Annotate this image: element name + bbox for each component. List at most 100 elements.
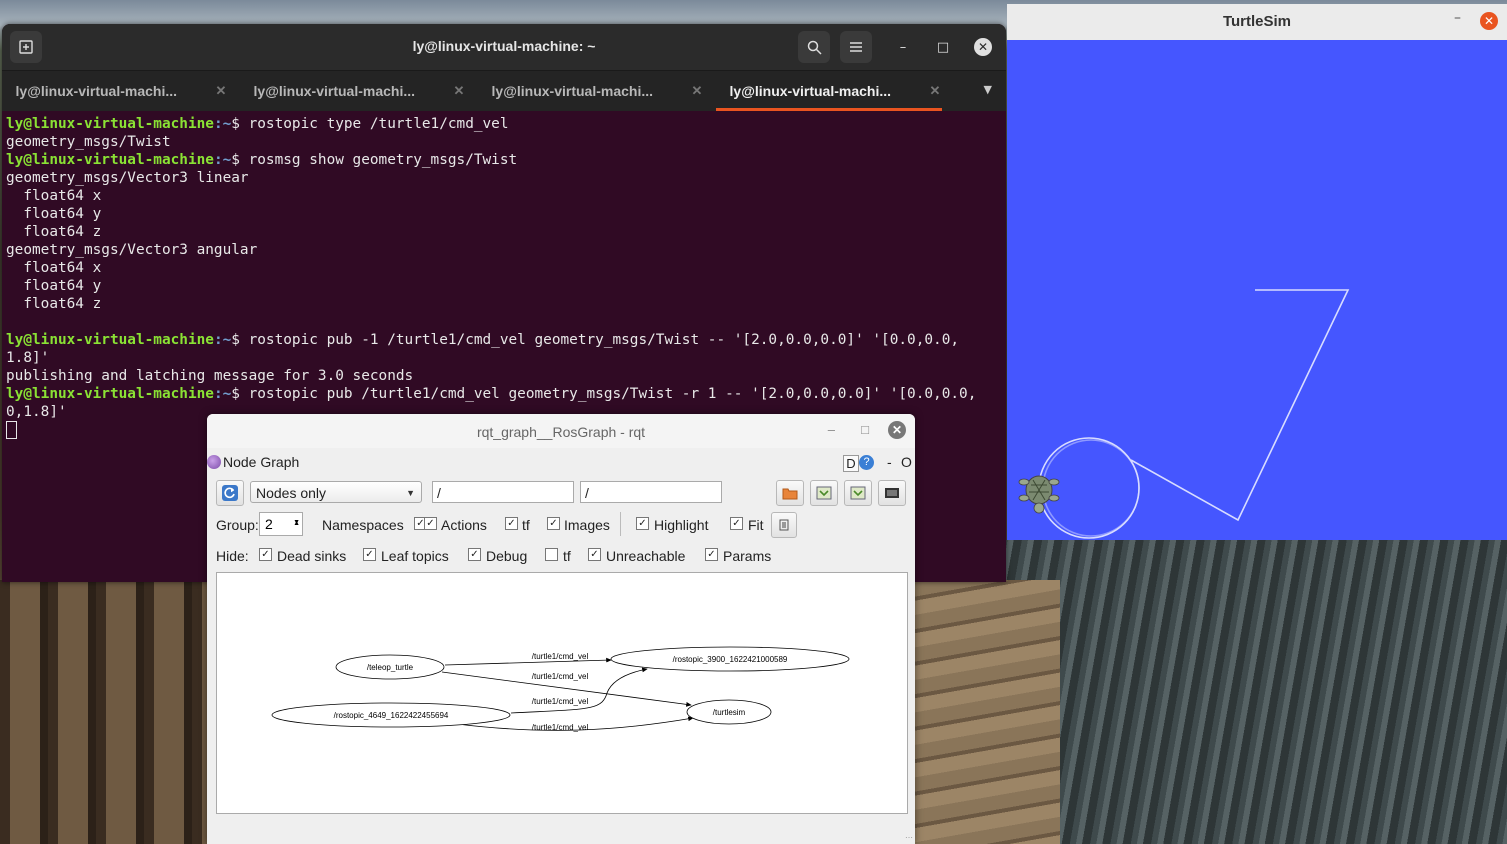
output-text: float64 x	[6, 188, 102, 204]
turtlesim-close-button[interactable]: ✕	[1480, 12, 1498, 30]
edge-label: /turtle1/cmd_vel	[532, 652, 589, 661]
load-dot-button[interactable]	[776, 480, 804, 506]
output-text: float64 z	[6, 296, 102, 312]
save-svg-icon	[850, 486, 866, 500]
terminal-tab[interactable]: ly@linux-virtual-machi... ✕	[2, 71, 240, 111]
rqt-header[interactable]: rqt_graph__RosGraph - rqt – □ ✕	[207, 414, 915, 448]
prompt-user: ly@linux-virtual-machine	[6, 332, 214, 348]
output-text: geometry_msgs/Vector3 angular	[6, 242, 258, 258]
leaf-topics-checkbox[interactable]: ✓	[363, 548, 376, 561]
group-label: Group:	[216, 517, 259, 533]
plugin-title-bar: Node Graph D ? - O	[207, 452, 915, 474]
terminal-output[interactable]: ly@linux-virtual-machine:~$ rostopic typ…	[2, 111, 1006, 445]
tab-close-icon[interactable]: ✕	[216, 83, 227, 99]
terminal-tab[interactable]: ly@linux-virtual-machi... ✕	[478, 71, 716, 111]
leaf-topics-label: Leaf topics	[381, 548, 449, 564]
params-label: Params	[723, 548, 772, 564]
close-plugin-button[interactable]: O	[901, 454, 912, 470]
output-text: float64 y	[6, 206, 102, 222]
debug-checkbox[interactable]: ✓	[468, 548, 481, 561]
menu-button[interactable]	[840, 31, 872, 63]
ros-graph: /teleop_turtle /rostopic_3900_1622421000…	[271, 646, 850, 732]
spin-down-icon[interactable]: ▼	[293, 512, 300, 534]
hide-tf-checkbox[interactable]	[545, 548, 558, 561]
tab-label: ly@linux-virtual-machi...	[491, 83, 654, 99]
turtlesim-minimize-button[interactable]: –	[1454, 10, 1461, 26]
folder-icon	[782, 488, 798, 500]
graph-canvas[interactable]: /teleop_turtle /rostopic_3900_1622421000…	[216, 572, 908, 814]
terminal-tab[interactable]: ly@linux-virtual-machi... ✕	[240, 71, 478, 111]
tab-close-icon[interactable]: ✕	[692, 83, 703, 99]
close-icon: ✕	[977, 40, 989, 54]
terminal-tab-bar: ly@linux-virtual-machi... ✕ ly@linux-virt…	[2, 70, 1006, 111]
fit-label: Fit	[748, 517, 764, 533]
tf-checkbox[interactable]: ✓	[505, 517, 518, 530]
tab-label: ly@linux-virtual-machi...	[729, 83, 892, 99]
node-filter-input[interactable]: /	[432, 481, 574, 503]
rqt-title: rqt_graph__RosGraph - rqt	[476, 424, 646, 440]
ros-plugin-icon	[207, 455, 221, 469]
search-button[interactable]	[798, 31, 830, 63]
debug-label: Debug	[486, 548, 528, 564]
terminal-command-line: ly@linux-virtual-machine:~$ rostopic pub…	[6, 331, 1002, 349]
minimize-button[interactable]: –	[892, 36, 914, 58]
graph-type-select[interactable]: Nodes only ▼	[250, 481, 422, 503]
terminal-output-line: publishing and latching message for 3.0 …	[6, 367, 1002, 385]
output-text: 0,1.8]'	[6, 404, 67, 420]
close-button[interactable]: ✕	[974, 38, 992, 56]
turtle-icon	[1018, 475, 1060, 514]
refresh-graph-button[interactable]	[216, 480, 244, 506]
terminal-output-line: float64 y	[6, 277, 1002, 295]
maximize-button[interactable]: □	[932, 36, 954, 58]
prompt-path: :~	[213, 332, 232, 348]
toolbar-separator	[620, 512, 621, 536]
prompt-path: :~	[213, 152, 232, 168]
terminal-output-line: float64 y	[6, 205, 1002, 223]
rqt-maximize-button[interactable]: □	[861, 422, 869, 437]
save-dot-button[interactable]	[810, 480, 838, 506]
output-text: geometry_msgs/Twist	[6, 134, 171, 150]
rqt-close-button[interactable]: ✕	[888, 421, 906, 439]
images-checkbox[interactable]: ✓	[547, 517, 560, 530]
terminal-output-line: geometry_msgs/Vector3 linear	[6, 169, 1002, 187]
terminal-header[interactable]: ly@linux-virtual-machine: ~ – □ ✕	[2, 24, 1006, 70]
highlight-checkbox[interactable]: ✓	[636, 517, 649, 530]
output-text: geometry_msgs/Vector3 linear	[6, 170, 249, 186]
topic-filter-input[interactable]: /	[580, 481, 722, 503]
terminal-command-line: ly@linux-virtual-machine:~$ rostopic pub…	[6, 385, 1002, 403]
actions-checkbox[interactable]: ✓	[424, 517, 437, 530]
tab-close-icon[interactable]: ✕	[454, 83, 465, 99]
terminal-output-line: geometry_msgs/Vector3 angular	[6, 241, 1002, 259]
help-button[interactable]: ?	[859, 455, 874, 470]
fit-in-view-button[interactable]	[771, 512, 797, 538]
tab-list-dropdown-icon[interactable]: ▼	[984, 83, 992, 96]
output-text: float64 y	[6, 278, 102, 294]
dock-button[interactable]: D	[843, 455, 859, 472]
terminal-output-line: float64 z	[6, 223, 1002, 241]
tab-close-icon[interactable]: ✕	[930, 83, 941, 99]
hide-label: Hide:	[216, 548, 249, 564]
unreachable-checkbox[interactable]: ✓	[588, 548, 601, 561]
minimize-plugin-button[interactable]: -	[887, 454, 892, 470]
turtlesim-canvas	[1018, 289, 1350, 539]
node-label: /teleop_turtle	[367, 663, 414, 672]
command-text: $ rosmsg show geometry_msgs/Twist	[231, 152, 518, 168]
terminal-output-line: 1.8]'	[6, 349, 1002, 367]
save-svg-button[interactable]	[844, 480, 872, 506]
group-spinbox[interactable]: 2 ▲ ▼	[259, 512, 303, 536]
terminal-tab-active[interactable]: ly@linux-virtual-machi... ✕	[716, 71, 954, 111]
dead-sinks-checkbox[interactable]: ✓	[259, 548, 272, 561]
save-image-button[interactable]	[878, 480, 906, 506]
terminal-output-line: float64 z	[6, 295, 1002, 313]
refresh-icon	[222, 485, 238, 501]
hide-tf-label: tf	[563, 548, 571, 564]
search-icon	[807, 40, 822, 55]
plugin-title: Node Graph	[223, 454, 300, 470]
turtlesim-header[interactable]: TurtleSim – ✕	[1007, 4, 1507, 40]
resize-grip-icon[interactable]: ⋯	[905, 833, 913, 842]
fit-checkbox[interactable]: ✓	[730, 517, 743, 530]
unreachable-label: Unreachable	[606, 548, 686, 564]
params-checkbox[interactable]: ✓	[705, 548, 718, 561]
rqt-minimize-button[interactable]: –	[828, 422, 835, 437]
